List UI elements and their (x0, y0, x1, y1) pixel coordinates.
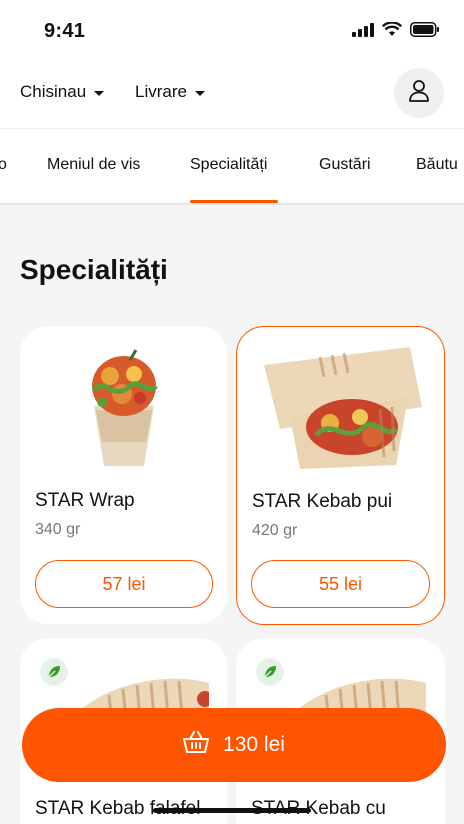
add-to-cart-button[interactable]: 55 lei (251, 560, 430, 608)
product-image (251, 347, 430, 469)
tabs-divider (0, 203, 464, 205)
product-image (34, 346, 213, 468)
delivery-mode-label: Livrare (135, 82, 187, 101)
tab-specialitati[interactable]: Specialități (190, 156, 267, 174)
product-name: STAR Kebab pui (252, 491, 393, 512)
battery-icon (410, 22, 440, 42)
cart-button[interactable]: 130 lei (22, 708, 446, 782)
status-icons (352, 21, 440, 42)
city-selector[interactable]: Chisinau (20, 82, 105, 102)
home-indicator (153, 808, 311, 813)
tab-partial-left[interactable]: o (0, 156, 7, 174)
chevron-down-icon (194, 90, 205, 96)
delivery-mode-selector[interactable]: Livrare (135, 82, 205, 102)
tab-bauturi[interactable]: Băutu (416, 156, 458, 174)
product-weight: 340 gr (35, 521, 81, 538)
signal-icon (352, 22, 374, 42)
product-weight: 420 gr (252, 522, 298, 539)
wifi-icon (381, 21, 403, 42)
top-panel: 9:41 Chisinau Livrare o Meniul de vis Sp… (0, 0, 464, 205)
product-name: STAR Wrap (35, 490, 135, 511)
tab-gustari[interactable]: Gustări (319, 156, 371, 174)
header: Chisinau Livrare (0, 68, 464, 118)
profile-button[interactable] (394, 68, 444, 118)
add-to-cart-button[interactable]: 57 lei (35, 560, 213, 608)
tab-meniul-de-vis[interactable]: Meniul de vis (47, 156, 140, 174)
status-bar: 9:41 (0, 0, 464, 62)
category-tabs: o Meniul de vis Specialități Gustări Bău… (0, 128, 464, 204)
user-icon (408, 79, 430, 108)
chevron-down-icon (94, 90, 105, 96)
city-label: Chisinau (20, 82, 87, 101)
product-card[interactable]: STAR Wrap 340 gr 57 lei (20, 326, 227, 624)
section-title: Specialități (20, 254, 168, 285)
product-card-selected[interactable]: STAR Kebab pui 420 gr 55 lei (236, 326, 445, 625)
basket-icon (183, 731, 210, 759)
cart-total: 130 lei (223, 733, 285, 756)
status-time: 9:41 (44, 20, 86, 42)
